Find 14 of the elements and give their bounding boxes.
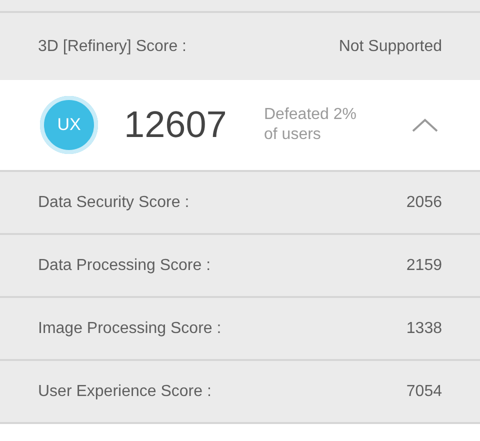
- score-label: Image Processing Score :: [38, 318, 222, 338]
- score-value: 1338: [406, 318, 442, 338]
- score-value: 7054: [406, 382, 442, 402]
- score-value: 2159: [406, 256, 442, 276]
- total-score: 12607: [124, 103, 228, 148]
- rank-note: Defeated 2% of users: [264, 105, 358, 145]
- score-value: 2056: [406, 192, 442, 212]
- chevron-icon[interactable]: [412, 118, 438, 132]
- ux-badge: UX: [40, 96, 98, 154]
- score-label: Data Security Score :: [38, 192, 190, 212]
- score-value: Not Supported: [338, 36, 442, 56]
- score-label: User Experience Score :: [38, 382, 212, 402]
- score-label: Data Processing Score :: [38, 256, 211, 276]
- score-label: 3D [Refinery] Score :: [38, 36, 186, 56]
